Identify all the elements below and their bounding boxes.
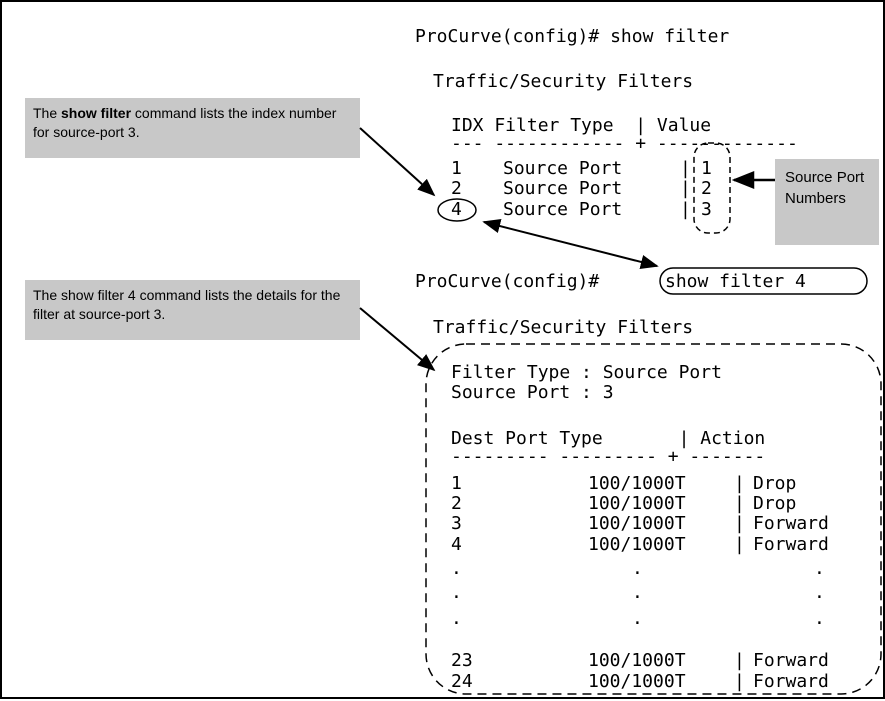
annotation-overlay [359,127,882,695]
arrow-to-detail-block [359,307,436,372]
dashed-outline-values [693,142,731,234]
arrow-to-index-4 [359,127,436,197]
arrow-index-to-command [482,219,659,269]
circle-show-filter-4 [659,267,868,295]
circle-index-4 [437,198,477,222]
figure-frame: ProCurve(config)# show filter Traffic/Se… [0,0,885,699]
dashed-outline-details [425,343,882,695]
